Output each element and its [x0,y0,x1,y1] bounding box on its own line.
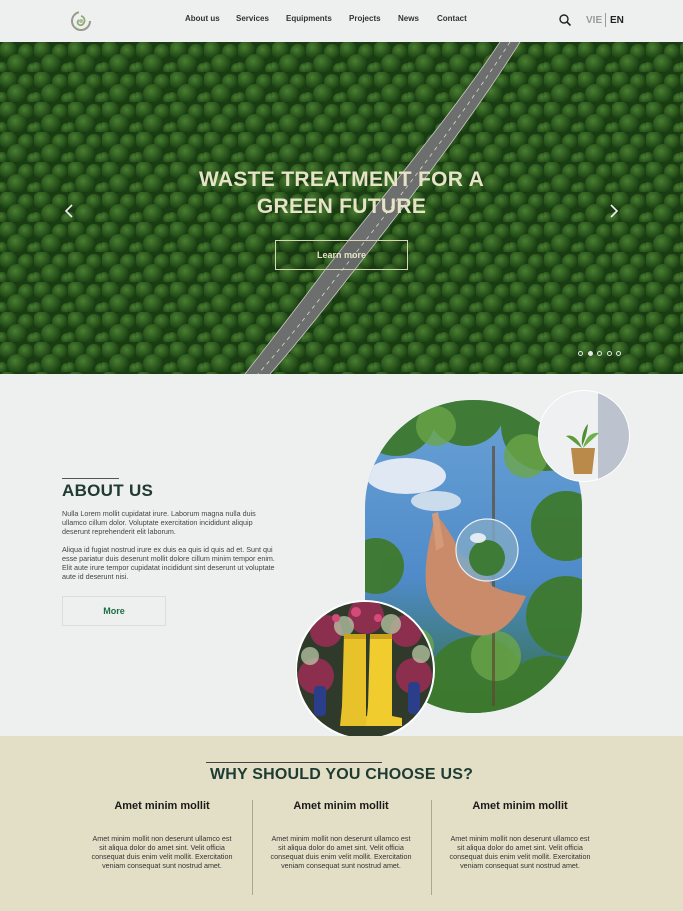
feature-column-3: Amet minim mollit Amet minim mollit non … [445,800,595,870]
slide-dot-1[interactable] [578,351,583,356]
slide-dot-3[interactable] [597,351,602,356]
chevron-left-icon[interactable] [63,204,75,218]
search-icon[interactable] [559,14,571,26]
chevron-right-icon[interactable] [608,204,620,218]
slide-dot-4[interactable] [606,351,612,356]
hero-title: WASTE TREATMENT FOR A GREEN FUTURE [0,166,683,220]
slide-dot-5[interactable] [616,351,621,356]
language-en[interactable]: EN [610,15,624,26]
feature-column-1: Amet minim mollit Amet minim mollit non … [87,800,237,870]
feature-heading-3: Amet minim mollit [472,800,568,812]
nav-about-us[interactable]: About us [185,14,220,23]
nav-equipments[interactable]: Equipments [286,14,332,23]
about-image-collage [296,390,630,740]
nav-services[interactable]: Services [236,14,269,23]
site-header: About us Services Equipments Projects Ne… [0,0,683,42]
nav-news[interactable]: News [398,14,419,23]
about-title-rule [62,478,119,479]
more-button[interactable]: More [62,596,166,626]
nav-projects[interactable]: Projects [349,14,381,23]
feature-text-2: Amet minim mollit non deserunt ullamco e… [270,834,412,870]
about-paragraph-2: Aliqua id fugiat nostrud irure ex duis e… [62,545,275,581]
feature-heading-1: Amet minim mollit [114,800,210,812]
hero-title-line-1: WASTE TREATMENT FOR A [198,168,485,191]
feature-heading-2: Amet minim mollit [293,800,389,812]
slide-indicators [578,351,624,358]
nav-contact[interactable]: Contact [437,14,467,23]
why-choose-us-section: WHY SHOULD YOU CHOOSE US? Amet minim mol… [0,736,683,911]
hero-slider: WASTE TREATMENT FOR A GREEN FUTURE Learn… [0,42,683,374]
slide-dot-2[interactable] [587,351,593,356]
learn-more-button[interactable]: Learn more [275,240,408,270]
main-nav: About us Services Equipments Projects Ne… [0,14,683,28]
about-title: ABOUT US [62,481,154,500]
language-divider [605,13,606,27]
why-title: WHY SHOULD YOU CHOOSE US? [209,766,474,783]
feature-column-2: Amet minim mollit Amet minim mollit non … [266,800,416,870]
hero-title-line-2: GREEN FUTURE [256,195,427,218]
column-divider-1 [252,800,253,895]
feature-text-1: Amet minim mollit non deserunt ullamco e… [91,834,233,870]
about-paragraph-1: Nulla Lorem mollit cupidatat irure. Labo… [62,509,256,536]
feature-text-3: Amet minim mollit non deserunt ullamco e… [449,834,591,870]
language-vie[interactable]: VIE [586,15,602,26]
why-title-rule [206,762,382,763]
column-divider-2 [431,800,432,895]
